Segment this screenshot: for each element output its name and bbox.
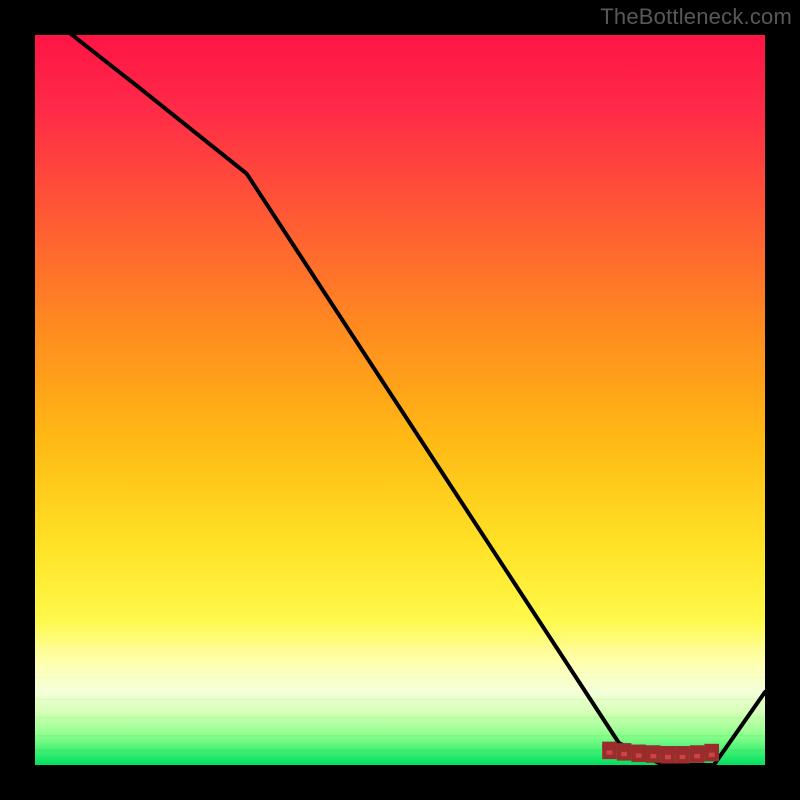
main-curve bbox=[35, 35, 765, 765]
curve-layer bbox=[35, 35, 765, 765]
chart-container: TheBottleneck.com bbox=[0, 0, 800, 800]
highlight-markers bbox=[604, 744, 716, 762]
plot-area bbox=[35, 35, 765, 765]
watermark-label: TheBottleneck.com bbox=[600, 4, 792, 30]
